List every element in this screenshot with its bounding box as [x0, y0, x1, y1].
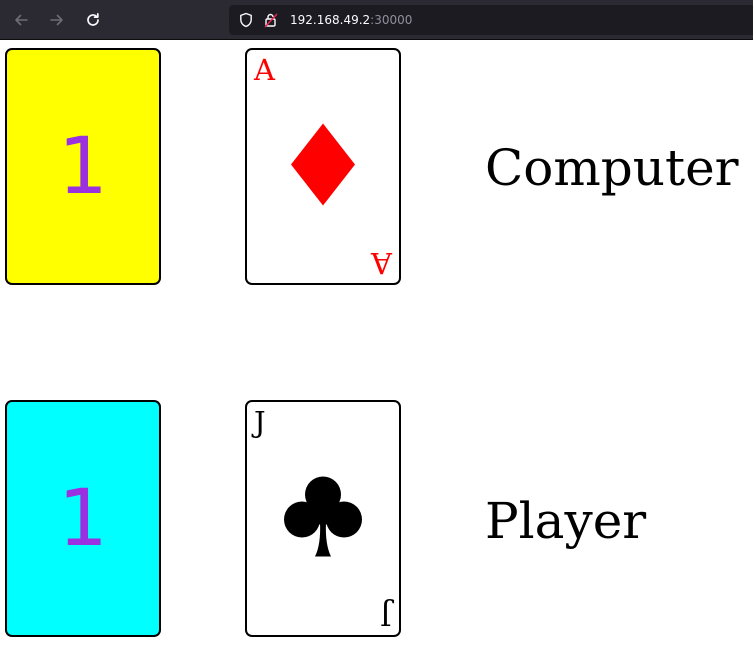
back-arrow-icon[interactable]: [9, 8, 33, 32]
diamond-suit-icon: [291, 123, 355, 210]
forward-arrow-icon[interactable]: [45, 8, 69, 32]
card-rank-top: J: [254, 405, 266, 439]
card-rank-top: A: [254, 53, 275, 87]
url-bar[interactable]: 192.168.49.2:30000: [229, 5, 753, 35]
player-count: 1: [58, 473, 108, 564]
computer-count-card: 1: [5, 48, 161, 285]
reload-icon[interactable]: [81, 8, 105, 32]
insecure-lock-icon[interactable]: [263, 12, 279, 28]
shield-icon[interactable]: [238, 12, 254, 28]
computer-label: Computer: [485, 139, 739, 197]
card-rank-bottom: J: [380, 598, 392, 632]
browser-toolbar: 192.168.49.2:30000: [0, 0, 753, 40]
computer-playing-card[interactable]: A A: [245, 48, 401, 285]
club-suit-icon: [283, 474, 363, 563]
url-port: :30000: [370, 13, 413, 27]
card-rank-bottom: A: [371, 246, 392, 280]
url-text[interactable]: 192.168.49.2:30000: [290, 11, 412, 29]
url-host: 192.168.49.2: [290, 13, 371, 27]
player-count-card: 1: [5, 400, 161, 637]
player-playing-card[interactable]: J J: [245, 400, 401, 637]
computer-count: 1: [58, 121, 108, 212]
player-label: Player: [485, 492, 647, 550]
